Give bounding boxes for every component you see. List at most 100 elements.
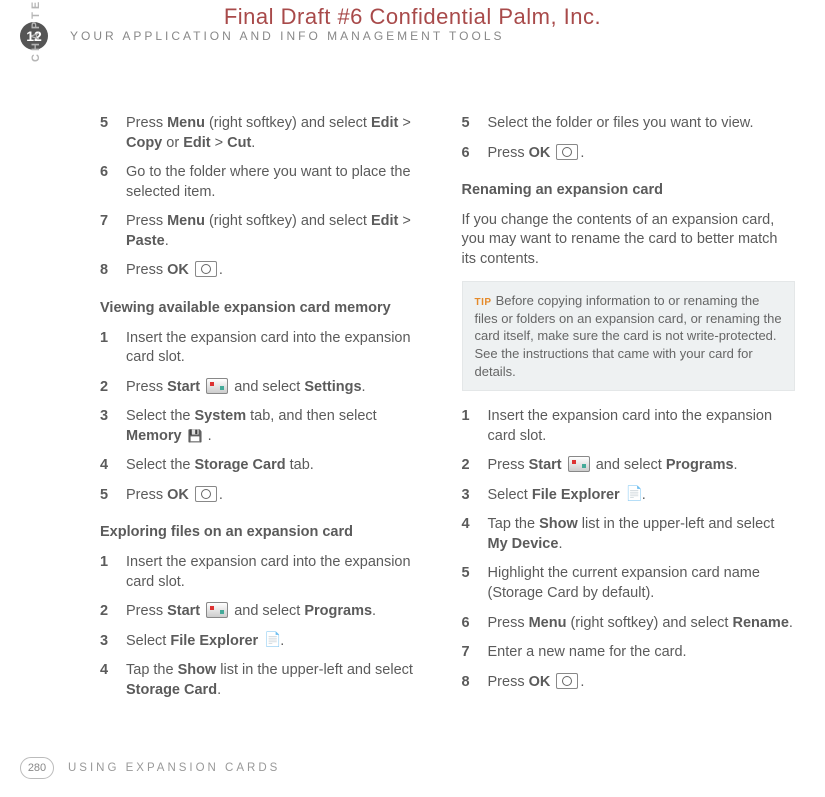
ok-icon <box>556 144 578 160</box>
bold-text: OK <box>529 674 551 690</box>
left-column: 5Press Menu (right softkey) and select E… <box>100 110 434 737</box>
confidential-header: Final Draft #6 Confidential Palm, Inc. <box>0 4 825 30</box>
step-text: Insert the expansion card into the expan… <box>488 407 796 446</box>
bold-text: Edit <box>371 213 398 229</box>
step-text: Tap the Show list in the upper-left and … <box>488 515 796 554</box>
step-number: 6 <box>462 614 488 634</box>
bold-text: Start <box>167 603 200 619</box>
step: 2Press Start and select Programs. <box>100 602 434 622</box>
step-number: 1 <box>100 553 126 592</box>
bold-text: OK <box>167 262 189 278</box>
step: 4Select the Storage Card tab. <box>100 456 434 476</box>
bold-text: My Device <box>488 536 559 552</box>
step-number: 5 <box>100 486 126 506</box>
tip-box: TIPBefore copying information to or rena… <box>462 281 796 391</box>
step-number: 8 <box>100 261 126 281</box>
step: 7Press Menu (right softkey) and select E… <box>100 212 434 251</box>
step-text: Enter a new name for the card. <box>488 643 796 663</box>
ok-icon <box>195 261 217 277</box>
step-text: Press Menu (right softkey) and select Ed… <box>126 114 434 153</box>
step-text: Press Start and select Settings. <box>126 378 434 398</box>
step: 4Tap the Show list in the upper-left and… <box>100 661 434 700</box>
section-heading: Exploring files on an expansion card <box>100 523 434 543</box>
bold-text: File Explorer <box>170 633 258 649</box>
step-text: Insert the expansion card into the expan… <box>126 553 434 592</box>
step: 2Press Start and select Settings. <box>100 378 434 398</box>
bold-text: OK <box>167 487 189 503</box>
bold-text: Edit <box>183 135 210 151</box>
step-text: Press Start and select Programs. <box>488 456 796 476</box>
step-text: Press OK . <box>126 486 434 506</box>
step-number: 6 <box>462 144 488 164</box>
bold-text: Menu <box>167 213 205 229</box>
ok-icon <box>195 486 217 502</box>
step: 3Select the System tab, and then select … <box>100 407 434 446</box>
step: 6Press OK . <box>462 144 796 164</box>
step: 7Enter a new name for the card. <box>462 643 796 663</box>
page-number: 280 <box>20 757 54 779</box>
step-number: 4 <box>100 456 126 476</box>
chapter-label-vertical: CHAPTER <box>30 0 42 62</box>
step: 1Insert the expansion card into the expa… <box>100 553 434 592</box>
start-icon <box>206 378 228 394</box>
step: 5Press OK . <box>100 486 434 506</box>
bold-text: Menu <box>167 115 205 131</box>
section-heading: Viewing available expansion card memory <box>100 299 434 319</box>
step-text: Highlight the current expansion card nam… <box>488 564 796 603</box>
step-number: 8 <box>462 673 488 693</box>
bold-text: Rename <box>732 615 788 631</box>
bold-text: Copy <box>126 135 162 151</box>
step-text: Press Menu (right softkey) and select Ed… <box>126 212 434 251</box>
step-text: Select File Explorer . <box>488 486 796 506</box>
bold-text: Cut <box>227 135 251 151</box>
step-number: 5 <box>100 114 126 153</box>
bold-text: OK <box>529 145 551 161</box>
step-text: Tap the Show list in the upper-left and … <box>126 661 434 700</box>
bold-text: Show <box>539 516 578 532</box>
step-number: 5 <box>462 564 488 603</box>
step-text: Press Start and select Programs. <box>126 602 434 622</box>
step-text: Go to the folder where you want to place… <box>126 163 434 202</box>
bold-text: Settings <box>304 379 361 395</box>
step-text: Select File Explorer . <box>126 632 434 652</box>
step-text: Select the folder or files you want to v… <box>488 114 796 134</box>
bold-text: File Explorer <box>532 487 620 503</box>
bold-text: Menu <box>529 615 567 631</box>
step: 4Tap the Show list in the upper-left and… <box>462 515 796 554</box>
bold-text: Edit <box>371 115 398 131</box>
step-number: 2 <box>100 602 126 622</box>
bold-text: Memory <box>126 428 182 444</box>
step-text: Insert the expansion card into the expan… <box>126 329 434 368</box>
step-number: 7 <box>100 212 126 251</box>
section-heading: Renaming an expansion card <box>462 181 796 201</box>
step-number: 3 <box>462 486 488 506</box>
bold-text: Storage Card <box>126 682 217 698</box>
step: 5Press Menu (right softkey) and select E… <box>100 114 434 153</box>
bold-text: System <box>195 408 247 424</box>
start-icon <box>568 456 590 472</box>
ok-icon <box>556 673 578 689</box>
step-text: Press Menu (right softkey) and select Re… <box>488 614 796 634</box>
step: 8Press OK . <box>100 261 434 281</box>
file-icon <box>626 486 640 502</box>
step: 1Insert the expansion card into the expa… <box>100 329 434 368</box>
step: 6Press Menu (right softkey) and select R… <box>462 614 796 634</box>
step-number: 4 <box>462 515 488 554</box>
step-text: Select the Storage Card tab. <box>126 456 434 476</box>
step-number: 2 <box>462 456 488 476</box>
step-number: 3 <box>100 632 126 652</box>
right-column: 5 Select the folder or files you want to … <box>462 110 796 737</box>
footer-section: USING EXPANSION CARDS <box>68 762 280 774</box>
page-body: 5Press Menu (right softkey) and select E… <box>100 110 795 737</box>
start-icon <box>206 602 228 618</box>
step-text: Select the System tab, and then select M… <box>126 407 434 446</box>
step-number: 2 <box>100 378 126 398</box>
step-number: 1 <box>100 329 126 368</box>
bold-text: Storage Card <box>195 457 286 473</box>
step: 5Highlight the current expansion card na… <box>462 564 796 603</box>
page-footer: 280 USING EXPANSION CARDS <box>20 757 280 779</box>
file-icon <box>264 632 278 648</box>
step: 3Select File Explorer . <box>100 632 434 652</box>
bold-text: Show <box>178 662 217 678</box>
step-number: 7 <box>462 643 488 663</box>
